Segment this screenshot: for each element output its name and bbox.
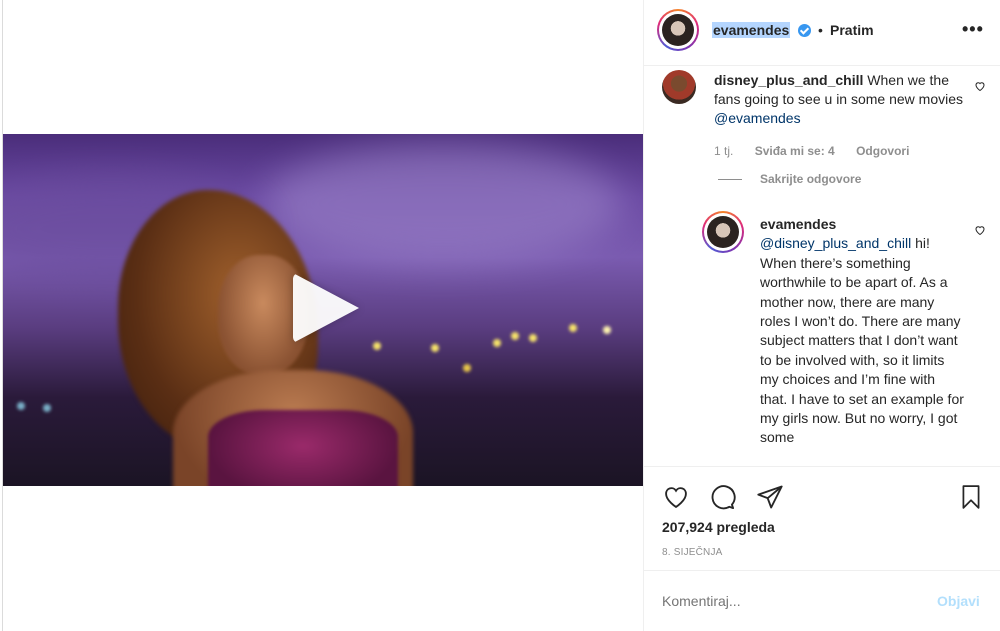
city-light [569, 324, 577, 332]
city-light [603, 326, 611, 334]
comment-input[interactable] [662, 593, 912, 609]
city-light [373, 342, 381, 350]
post-sidebar: evamendes • Pratim ••• disney_plus_and_c… [643, 0, 1000, 631]
city-light [431, 344, 439, 352]
follow-status-button[interactable]: Pratim [830, 22, 874, 38]
comment-body: disney_plus_and_chill When we the fans g… [714, 71, 964, 128]
city-light [529, 334, 537, 342]
more-options-icon[interactable]: ••• [962, 19, 984, 40]
post-actions: 207,924 pregleda 8. SIJEČNJA Objavi [644, 466, 1000, 631]
city-light [463, 364, 471, 372]
reply-button[interactable]: Odgovori [856, 144, 909, 158]
paper-plane-icon[interactable] [756, 483, 784, 511]
bookmark-icon[interactable] [958, 483, 984, 511]
post-header: evamendes • Pratim ••• [644, 0, 1000, 66]
reply-body: evamendes @disney_plus_and_chill hi! Whe… [760, 215, 965, 448]
comment-time[interactable]: 1 tj. [714, 144, 733, 158]
post-dialog: evamendes • Pratim ••• disney_plus_and_c… [2, 0, 1000, 631]
city-light [17, 402, 25, 410]
reply-mention[interactable]: @disney_plus_and_chill [760, 235, 911, 251]
hide-replies-button[interactable]: Sakrijte odgovore [760, 172, 861, 186]
verified-badge-icon [798, 24, 811, 37]
post-date[interactable]: 8. SIJEČNJA [662, 547, 723, 558]
reply-avatar[interactable] [707, 216, 739, 248]
sky-cloud [263, 144, 623, 264]
comment-mention[interactable]: @evamendes [714, 110, 801, 126]
comment-avatar[interactable] [662, 70, 696, 104]
city-light [493, 339, 501, 347]
comment-like-heart-icon[interactable] [974, 80, 986, 92]
city-light [43, 404, 51, 412]
media-area [3, 0, 643, 631]
play-icon[interactable] [293, 273, 359, 343]
reply-username[interactable]: evamendes [760, 215, 965, 234]
header-username[interactable]: evamendes [712, 22, 791, 38]
comment-box: Objavi [644, 570, 1000, 631]
view-count[interactable]: 207,924 pregleda [662, 519, 775, 535]
comment-likes[interactable]: Sviđa mi se: 4 [755, 144, 835, 158]
reply-text: hi! When there’s something worthwhile to… [760, 235, 964, 446]
comment-icon[interactable] [708, 483, 736, 511]
avatar[interactable] [662, 14, 694, 46]
comments-list[interactable]: disney_plus_and_chill When we the fans g… [644, 66, 1000, 466]
reply-like-heart-icon[interactable] [974, 224, 986, 236]
video-figure-dress [208, 410, 398, 486]
replies-divider [718, 179, 742, 180]
comment-username[interactable]: disney_plus_and_chill [714, 72, 863, 88]
heart-icon[interactable] [662, 483, 690, 511]
separator-dot: • [818, 22, 823, 38]
comment-meta: 1 tj. Sviđa mi se: 4 Odgovori [714, 144, 927, 158]
city-light [511, 332, 519, 340]
post-comment-button[interactable]: Objavi [937, 593, 980, 609]
